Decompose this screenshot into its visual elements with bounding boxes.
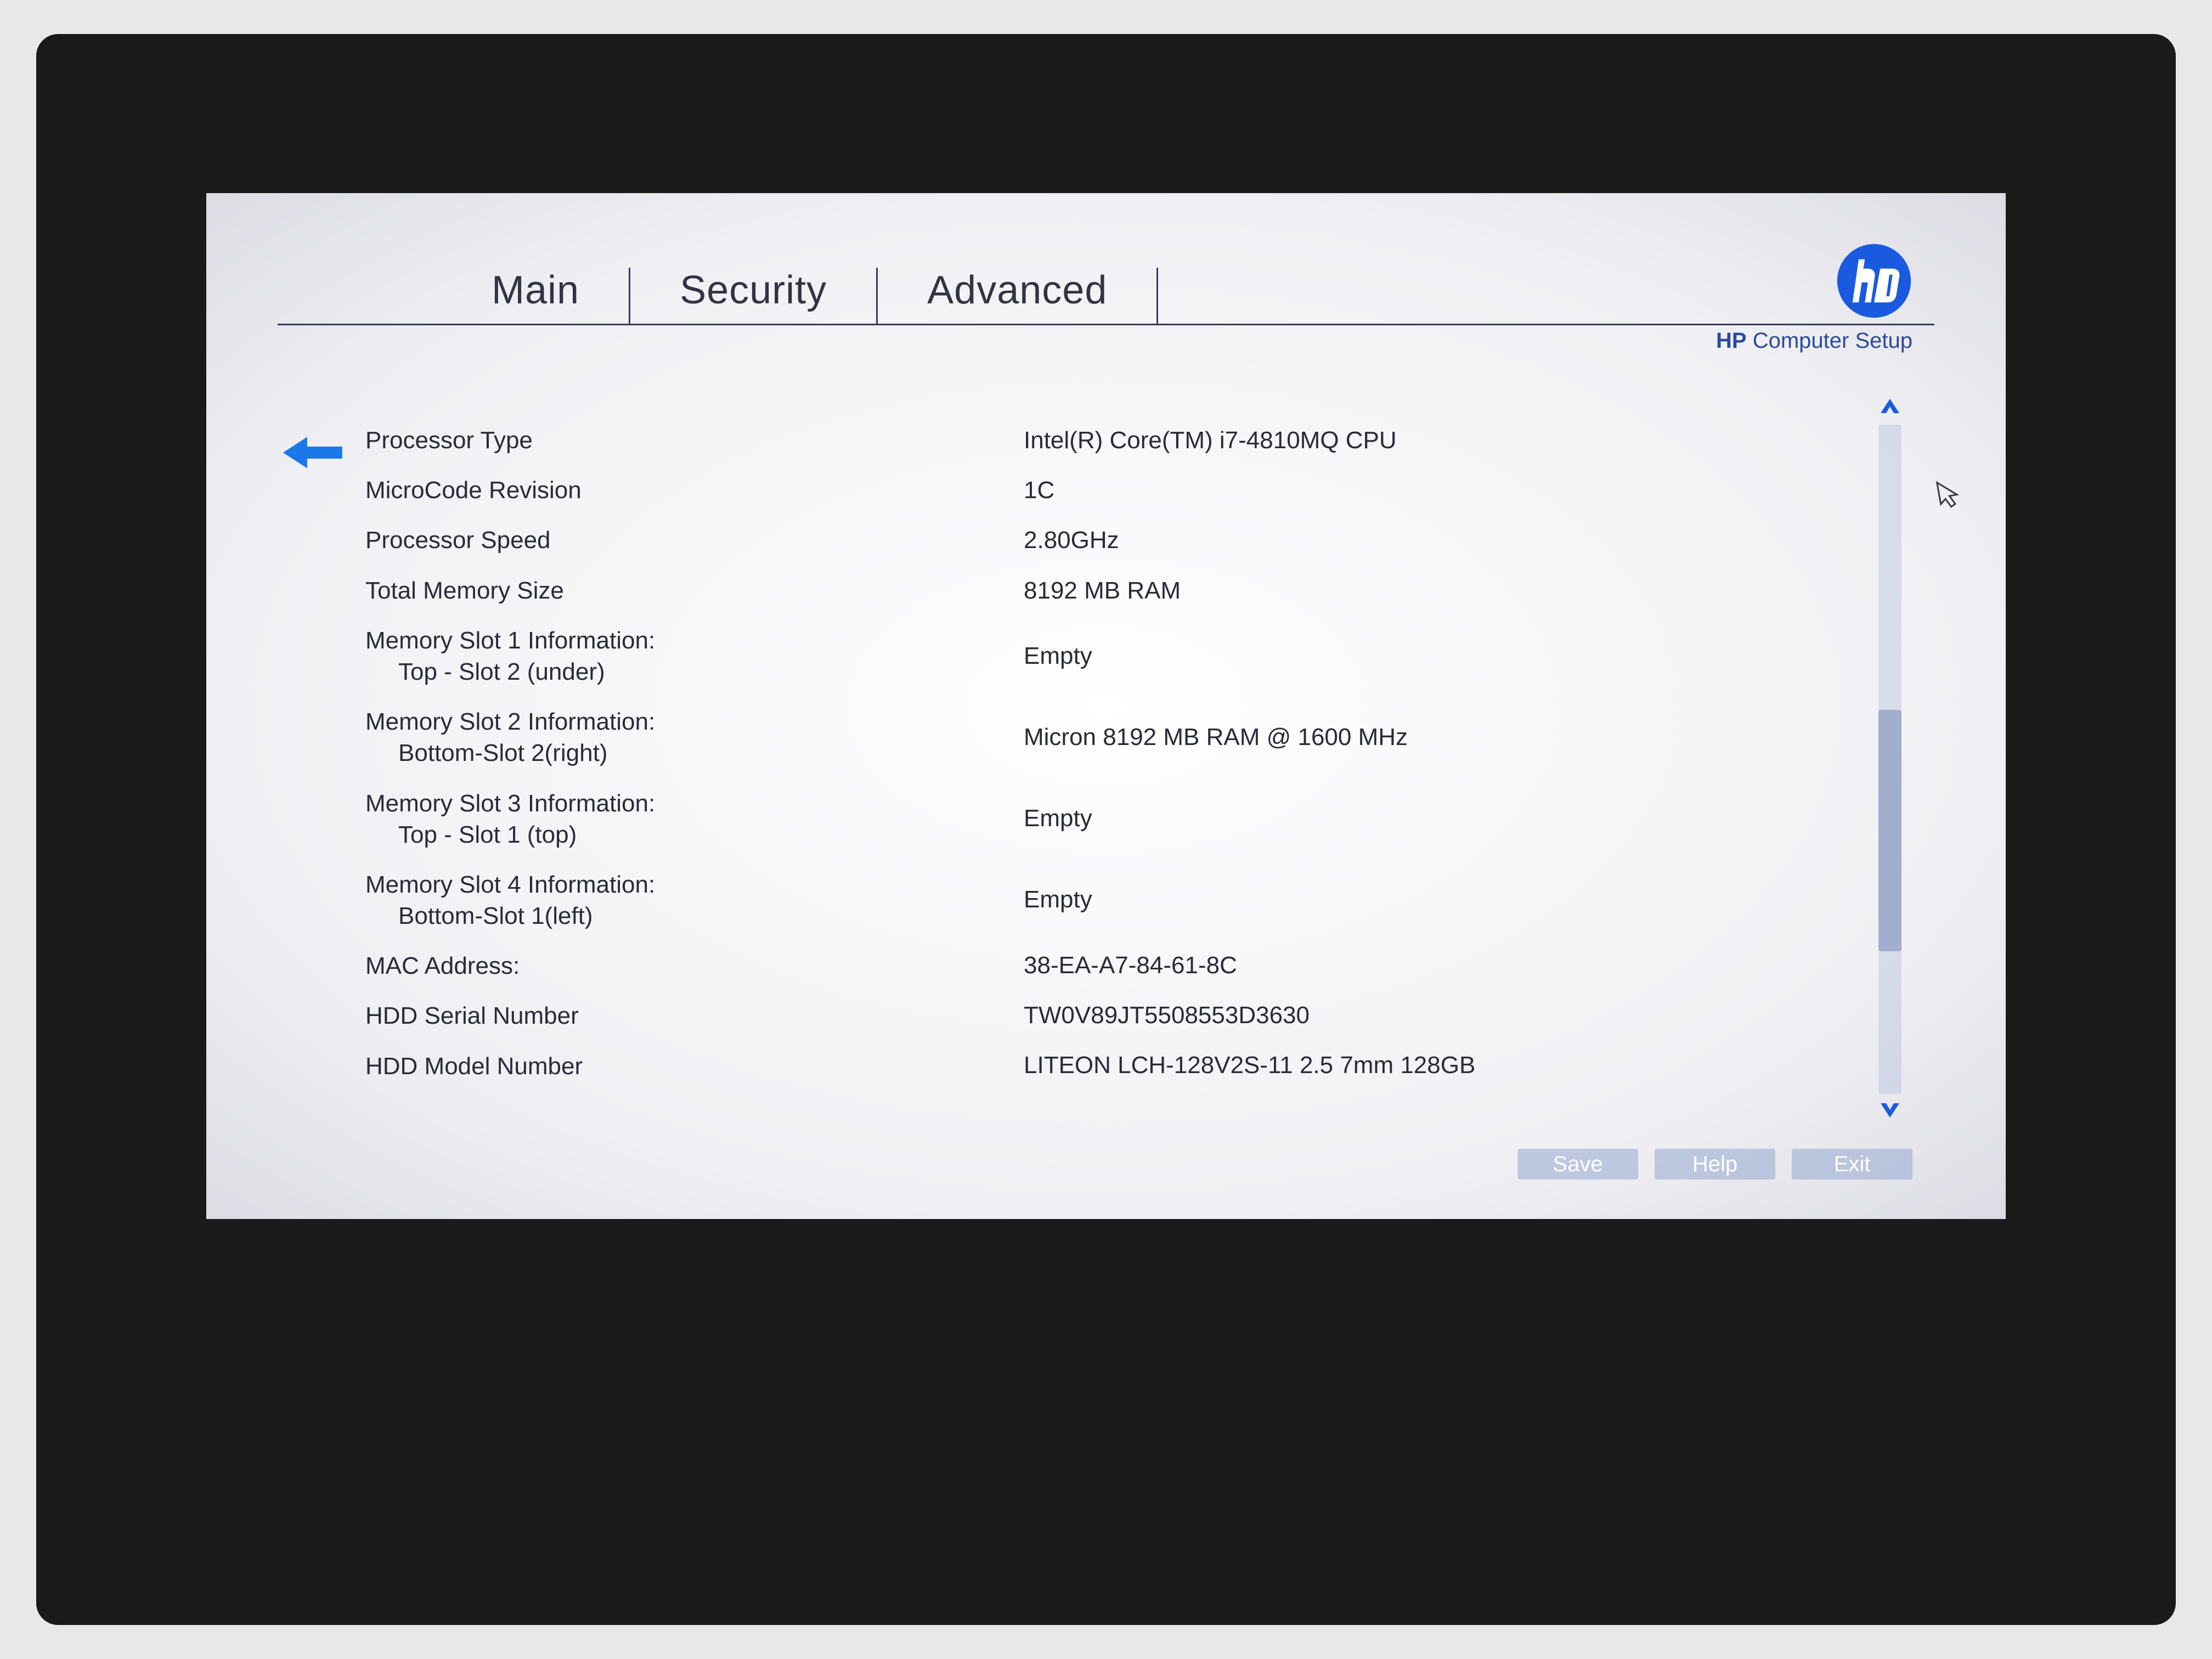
- value-hdd-serial: TW0V89JT5508553D3630: [1024, 1000, 1862, 1031]
- value-mac-address: 38-EA-A7-84-61-8C: [1024, 950, 1862, 981]
- value-mem-slot-1: Empty: [1024, 625, 1862, 687]
- tab-main[interactable]: Main: [442, 268, 630, 324]
- value-mem-slot-3: Empty: [1024, 787, 1862, 850]
- label-hdd-serial: HDD Serial Number: [365, 1000, 1024, 1031]
- label-processor-type: Processor Type: [365, 425, 1024, 456]
- mouse-cursor-icon: [1934, 477, 1965, 520]
- tab-advanced[interactable]: Advanced: [878, 268, 1158, 324]
- scrollbar[interactable]: [1878, 425, 1901, 1094]
- info-table: Processor Type MicroCode Revision Proces…: [365, 425, 1934, 1101]
- label-hdd-model: HDD Model Number: [365, 1051, 1024, 1082]
- value-mem-slot-2: Micron 8192 MB RAM @ 1600 MHz: [1024, 706, 1862, 769]
- scroll-thumb[interactable]: [1878, 710, 1901, 951]
- values-column: Intel(R) Core(TM) i7-4810MQ CPU 1C 2.80G…: [1024, 425, 1862, 1101]
- value-processor-type: Intel(R) Core(TM) i7-4810MQ CPU: [1024, 425, 1862, 456]
- label-mem-slot-2: Memory Slot 2 Information: Bottom-Slot 2…: [365, 706, 1024, 769]
- scroll-up-icon[interactable]: [1878, 392, 1901, 422]
- label-mem-slot-3: Memory Slot 3 Information: Top - Slot 1 …: [365, 788, 1024, 850]
- label-mac-address: MAC Address:: [365, 950, 1024, 981]
- help-button[interactable]: Help: [1655, 1149, 1775, 1180]
- value-total-memory: 8192 MB RAM: [1024, 575, 1862, 606]
- laptop-bezel: Main Security Advanced HP Computer Setup: [36, 34, 2176, 1625]
- label-processor-speed: Processor Speed: [365, 524, 1024, 556]
- value-microcode-rev: 1C: [1024, 475, 1862, 506]
- header: Main Security Advanced: [278, 242, 1934, 325]
- value-hdd-model: LITEON LCH-128V2S-11 2.5 7mm 128GB: [1024, 1049, 1862, 1081]
- label-total-memory: Total Memory Size: [365, 575, 1024, 606]
- label-mem-slot-1: Memory Slot 1 Information: Top - Slot 2 …: [365, 625, 1024, 687]
- value-mem-slot-4: Empty: [1024, 868, 1862, 931]
- tab-bar: Main Security Advanced: [278, 268, 1158, 324]
- value-processor-speed: 2.80GHz: [1024, 524, 1862, 556]
- content-area: Processor Type MicroCode Revision Proces…: [278, 425, 1934, 1101]
- footer-buttons: Save Help Exit: [1517, 1149, 1912, 1180]
- save-button[interactable]: Save: [1517, 1149, 1638, 1180]
- subtitle: HP Computer Setup: [1716, 329, 1912, 353]
- scroll-down-icon[interactable]: [1878, 1094, 1901, 1125]
- bios-screen: Main Security Advanced HP Computer Setup: [206, 193, 2006, 1219]
- labels-column: Processor Type MicroCode Revision Proces…: [365, 425, 1024, 1101]
- subtitle-row: HP Computer Setup: [278, 329, 1934, 353]
- back-arrow-icon[interactable]: [278, 425, 343, 1101]
- tab-security[interactable]: Security: [630, 268, 878, 324]
- hp-logo-icon: [1836, 242, 1912, 319]
- label-microcode-rev: MicroCode Revision: [365, 475, 1024, 506]
- exit-button[interactable]: Exit: [1792, 1149, 1912, 1180]
- label-mem-slot-4: Memory Slot 4 Information: Bottom-Slot 1…: [365, 869, 1024, 932]
- brand-block: [1836, 242, 1934, 324]
